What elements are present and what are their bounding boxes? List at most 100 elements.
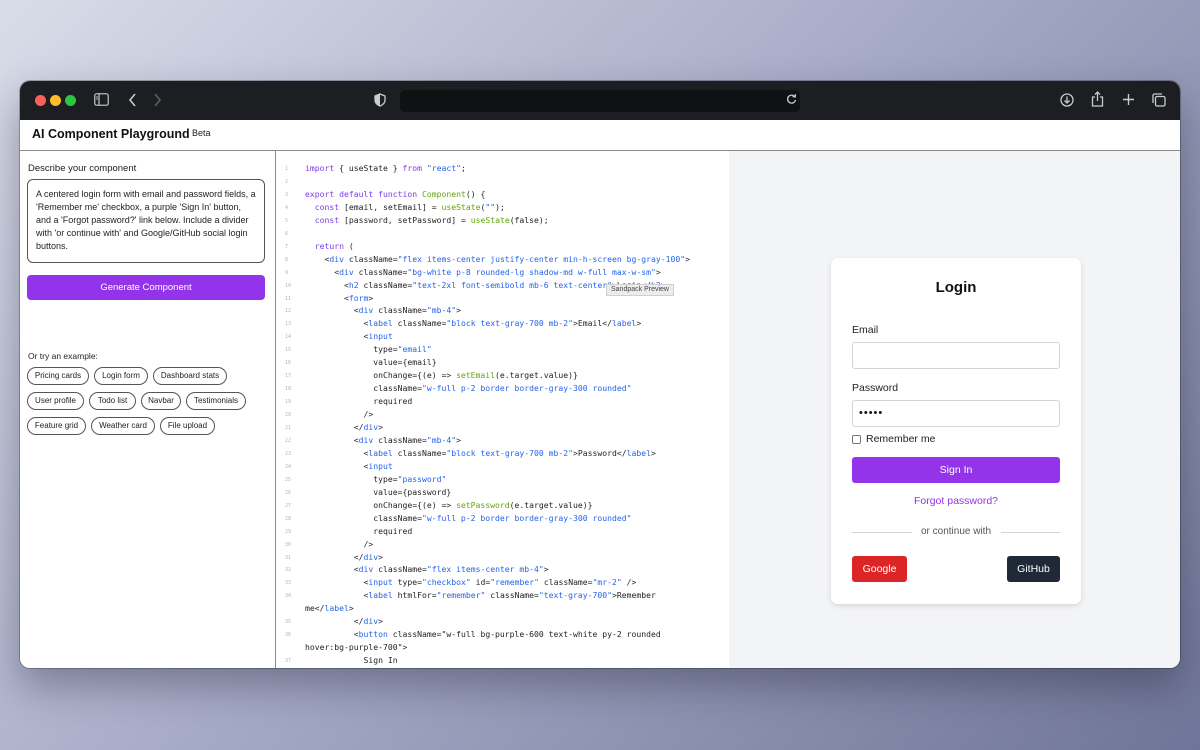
code-text: <input (305, 460, 393, 471)
line-number: 6 (285, 230, 289, 237)
code-text: type="password" (305, 473, 447, 484)
example-chip-feature-grid[interactable]: Feature grid (27, 417, 86, 435)
line-number: 12 (285, 308, 292, 315)
prompt-textarea[interactable]: A centered login form with email and pas… (27, 179, 265, 263)
line-number: 31 (285, 554, 292, 561)
app-title: AI Component Playground (32, 127, 190, 141)
forgot-password-link[interactable]: Forgot password? (831, 495, 1081, 507)
google-login-button[interactable]: Google (852, 556, 907, 582)
code-text: onChange={(e) => setEmail(e.target.value… (305, 370, 578, 381)
line-number: 32 (285, 567, 292, 574)
describe-label: Describe your component (28, 163, 137, 174)
tabs-icon[interactable] (1152, 93, 1166, 111)
line-number: 3 (285, 191, 289, 198)
prompt-panel: Describe your component A centered login… (20, 151, 276, 668)
code-text: /> (305, 538, 374, 549)
minimize-window-button[interactable] (50, 95, 61, 106)
line-number: 25 (285, 476, 292, 483)
example-chip-login-form[interactable]: Login form (94, 367, 148, 385)
address-bar[interactable] (400, 90, 800, 112)
example-chip-pricing-cards[interactable]: Pricing cards (27, 367, 89, 385)
code-text: required (305, 525, 413, 536)
close-window-button[interactable] (35, 95, 46, 106)
sandpack-preview-tooltip: Sandpack Preview (606, 284, 674, 296)
code-text: const [password, setPassword] = useState… (314, 214, 549, 225)
line-number: 13 (285, 321, 292, 328)
example-chip-file-upload[interactable]: File upload (160, 417, 215, 435)
line-number: 7 (285, 243, 289, 250)
download-icon[interactable] (1060, 93, 1074, 111)
beta-badge: Beta (192, 128, 211, 138)
example-chip-todo-list[interactable]: Todo list (89, 392, 136, 410)
remember-label[interactable]: Remember me (866, 433, 935, 445)
example-chip-user-profile[interactable]: User profile (27, 392, 84, 410)
password-field[interactable]: ••••• (852, 400, 1060, 427)
code-text: <label htmlFor="remember" className="tex… (305, 590, 656, 601)
maximize-window-button[interactable] (65, 95, 76, 106)
line-number: 27 (285, 502, 292, 509)
code-text: <button className="w-full bg-purple-600 … (305, 629, 661, 640)
line-number: 19 (285, 399, 292, 406)
code-text: required (305, 396, 413, 407)
code-text: </div> (305, 551, 383, 562)
line-number: 1 (285, 166, 289, 172)
sign-in-button[interactable]: Sign In (852, 457, 1060, 483)
code-text: hover:bg-purple-700"> (305, 642, 408, 653)
code-text: return ( (314, 240, 354, 251)
password-label: Password (852, 382, 899, 394)
back-icon[interactable] (128, 93, 137, 111)
line-number: 8 (285, 256, 289, 263)
sidebar-icon[interactable] (94, 93, 109, 110)
line-number: 26 (285, 489, 292, 496)
generate-button[interactable]: Generate Component (27, 275, 265, 300)
code-text: <div className="flex items-center justif… (305, 253, 690, 264)
share-icon[interactable] (1091, 91, 1104, 111)
code-text: <input type="checkbox" id="remember" cla… (305, 577, 637, 588)
divider-line-right (1001, 532, 1060, 533)
code-text: <form> (305, 292, 374, 303)
line-number: 23 (285, 450, 292, 457)
examples-label: Or try an example: (28, 351, 98, 361)
code-text: type="email" (305, 344, 432, 355)
code-text: value={password} (305, 486, 452, 497)
line-number: 21 (285, 425, 292, 431)
email-label: Email (852, 324, 879, 336)
line-number: 2 (285, 178, 289, 185)
example-chip-navbar[interactable]: Navbar (141, 392, 181, 410)
code-text: <label className="block text-gray-700 mb… (305, 318, 642, 329)
new-tab-icon[interactable] (1122, 93, 1135, 110)
shield-icon[interactable] (374, 93, 386, 111)
code-text: <input (305, 331, 393, 342)
code-text: <div className="mb-4"> (305, 434, 461, 445)
app-header: AI Component Playground Beta (20, 120, 1180, 151)
line-number: 5 (285, 217, 289, 224)
line-number: 18 (285, 386, 292, 393)
code-text: className="w-full p-2 border border-gray… (305, 383, 632, 394)
browser-window: AI Component Playground Beta Describe yo… (20, 81, 1180, 668)
example-chip-testimonials[interactable]: Testimonials (186, 392, 246, 410)
code-text: const [email, setEmail] = useState(""); (314, 201, 505, 212)
example-chip-dashboard-stats[interactable]: Dashboard stats (153, 367, 227, 385)
line-number: 20 (285, 412, 292, 419)
code-text: <div className="bg-white p-8 rounded-lg … (305, 266, 661, 277)
example-chip-weather-card[interactable]: Weather card (91, 417, 155, 435)
line-number: 9 (285, 269, 289, 276)
code-editor[interactable]: 1 import { useState } from "react"; 2 3 expo… (277, 151, 729, 668)
code-text: onChange={(e) => setPassword(e.target.va… (305, 499, 593, 510)
line-number: 34 (285, 593, 292, 600)
code-text: value={email} (305, 357, 437, 368)
github-login-button[interactable]: GitHub (1007, 556, 1060, 582)
line-number: 22 (285, 437, 292, 444)
line-number: 15 (285, 347, 292, 354)
remember-checkbox[interactable] (852, 435, 861, 444)
line-number: 33 (285, 580, 292, 587)
code-text: <div className="flex items-center mb-4"> (305, 564, 549, 575)
code-text: <div className="mb-4"> (305, 305, 461, 316)
email-field[interactable] (852, 342, 1060, 369)
line-number: 35 (285, 619, 292, 626)
line-number: 17 (285, 373, 292, 380)
forward-icon[interactable] (153, 93, 162, 111)
code-text: className="w-full p-2 border border-gray… (305, 512, 632, 523)
line-number: 10 (285, 282, 292, 289)
reload-icon[interactable] (786, 93, 797, 109)
